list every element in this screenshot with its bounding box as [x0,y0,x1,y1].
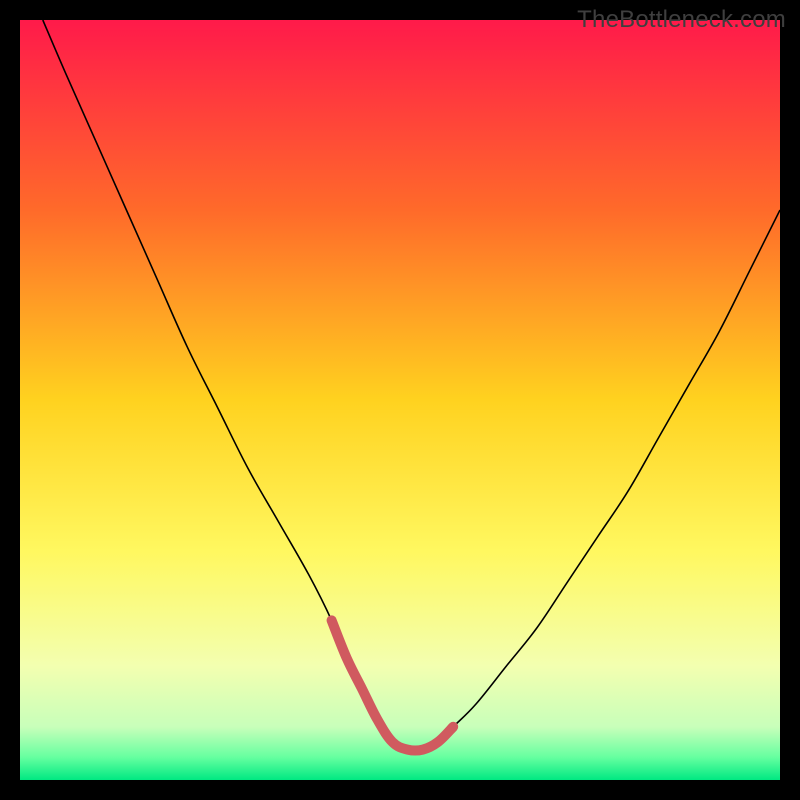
chart-frame: TheBottleneck.com [0,0,800,800]
valley-highlight [332,620,454,750]
bottleneck-curve [43,20,780,751]
curve-layer [20,20,780,780]
watermark-text: TheBottleneck.com [577,6,786,34]
plot-area [20,20,780,780]
